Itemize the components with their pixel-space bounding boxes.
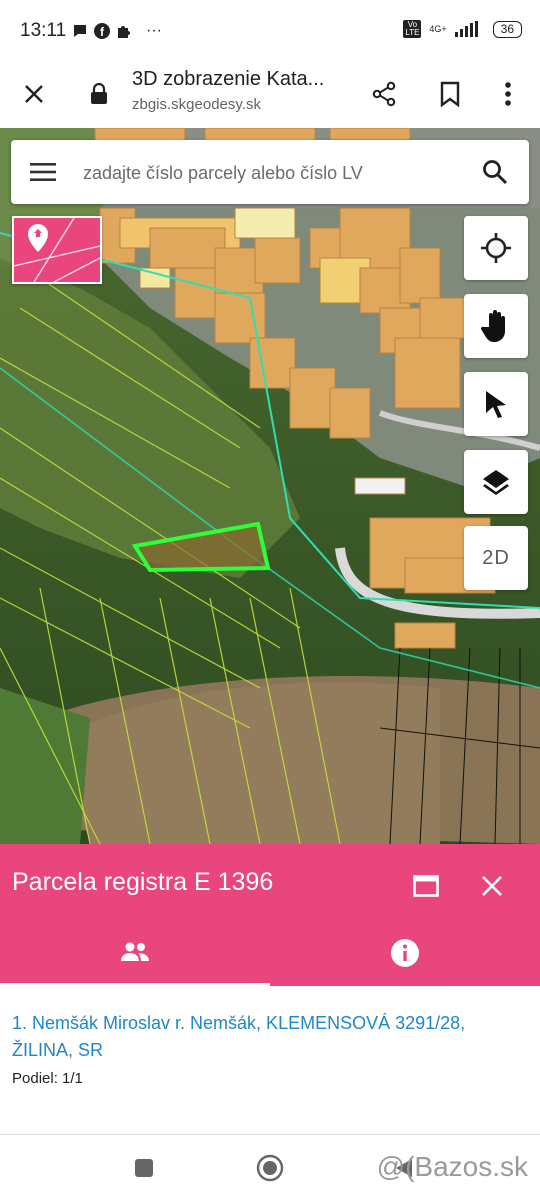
status-notification-icons: f ··· xyxy=(72,22,162,40)
watermark: @(Bazos.sk xyxy=(376,1151,528,1182)
parcel-title: Parcela registra E 1396 xyxy=(12,868,274,896)
site-info-button[interactable] xyxy=(84,76,114,112)
more-vert-icon xyxy=(505,82,511,106)
toggle-2d-button[interactable]: 2D xyxy=(464,526,528,590)
search-input[interactable] xyxy=(81,154,465,192)
select-tool-button[interactable] xyxy=(464,372,528,436)
battery-indicator: 36 xyxy=(492,20,522,38)
basemap-switch-button[interactable] xyxy=(12,216,102,284)
home-button[interactable] xyxy=(250,1148,290,1188)
chat-icon xyxy=(74,25,86,37)
status-time: 13:11 xyxy=(20,20,67,41)
map-pin-icon xyxy=(14,218,100,282)
ownership-share: Podiel: 1/1 xyxy=(12,1070,83,1087)
maximize-panel-button[interactable] xyxy=(404,864,448,908)
search-icon xyxy=(483,160,508,185)
tab-info[interactable] xyxy=(270,920,540,986)
status-more: ··· xyxy=(146,22,162,39)
parcel-panel-header: Parcela registra E 1396 xyxy=(0,844,540,986)
facebook-icon: f xyxy=(94,23,110,39)
close-panel-button[interactable] xyxy=(470,864,514,908)
page-title: 3D zobrazenie Kata... xyxy=(132,68,325,90)
signal-icon xyxy=(454,21,478,37)
browser-toolbar: 3D zobrazenie Kata... zbgis.skgeodesy.sk xyxy=(0,62,540,128)
bookmark-button[interactable] xyxy=(428,72,472,116)
network-label: 4G+ xyxy=(429,24,447,34)
puzzle-icon xyxy=(118,26,130,38)
close-icon xyxy=(25,85,43,103)
lock-icon xyxy=(91,83,107,104)
status-bar: 13:11 f ··· Vo LTE 4G+ 36 xyxy=(0,0,540,62)
layers-button[interactable] xyxy=(464,450,528,514)
browser-menu-button[interactable] xyxy=(488,72,528,116)
locate-button[interactable] xyxy=(464,216,528,280)
hamburger-menu-icon xyxy=(30,163,56,181)
hand-icon xyxy=(481,310,505,342)
map-3d-view[interactable]: 2D xyxy=(0,128,540,844)
page-url[interactable]: zbgis.skgeodesy.sk xyxy=(132,96,261,113)
home-icon xyxy=(256,1154,284,1182)
divider xyxy=(0,1134,540,1135)
close-icon xyxy=(482,876,502,896)
pointer-icon xyxy=(486,391,506,418)
locate-icon xyxy=(481,233,511,263)
close-button[interactable] xyxy=(14,74,54,114)
bookmark-icon xyxy=(440,81,460,107)
maximize-icon xyxy=(413,875,439,897)
volte-icon: Vo LTE xyxy=(403,20,422,38)
info-icon xyxy=(391,939,419,967)
system-nav-bar: @(Bazos.sk xyxy=(0,1136,540,1200)
pan-tool-button[interactable] xyxy=(464,294,528,358)
owner-link[interactable]: 1. Nemšák Miroslav r. Nemšák, KLEMENSOVÁ… xyxy=(12,1010,522,1064)
recents-icon xyxy=(135,1159,153,1177)
recents-button[interactable] xyxy=(124,1148,164,1188)
share-button[interactable] xyxy=(362,72,406,116)
parcel-search-bar xyxy=(11,140,529,204)
search-button[interactable] xyxy=(473,150,517,194)
share-icon xyxy=(372,81,396,107)
layers-icon xyxy=(483,470,509,495)
tab-owners[interactable] xyxy=(0,920,270,986)
toggle-2d-label: 2D xyxy=(482,546,510,569)
status-system-icons: Vo LTE 4G+ 36 xyxy=(403,20,522,38)
people-icon xyxy=(121,942,149,961)
menu-button[interactable] xyxy=(21,150,65,194)
